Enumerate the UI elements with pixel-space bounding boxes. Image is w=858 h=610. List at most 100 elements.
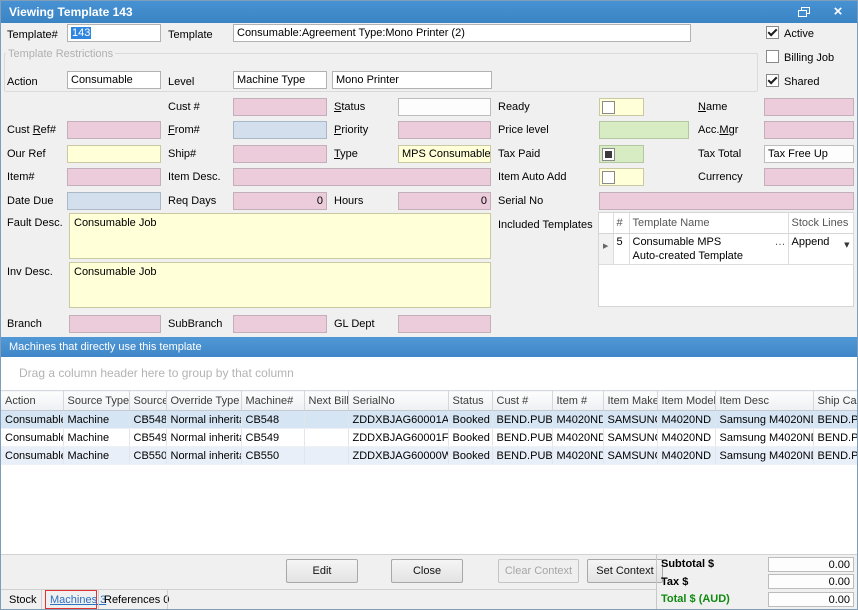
our-ref-field[interactable] [67, 145, 161, 163]
machines-cell[interactable]: ZDDXBJAG60001AT [348, 411, 448, 429]
machines-cell[interactable]: Samsung M4020ND [715, 429, 813, 447]
machines-cell[interactable] [304, 447, 348, 465]
ellipsis-button[interactable]: … [775, 235, 786, 249]
level-type-field[interactable]: Machine Type [233, 71, 327, 89]
serial-no-field[interactable] [599, 192, 854, 210]
branch-field[interactable] [69, 315, 161, 333]
included-col-stock[interactable]: Stock Lines [788, 213, 853, 234]
subbranch-field[interactable] [233, 315, 327, 333]
machines-cell[interactable]: SAMSUNG [603, 411, 657, 429]
machines-column-header[interactable]: Machine# [241, 391, 304, 411]
machines-cell[interactable]: M4020ND [552, 411, 603, 429]
machines-row[interactable]: ConsumableMachineCB550Normal inheritance… [1, 447, 858, 465]
from-no-field[interactable] [233, 121, 327, 139]
machines-column-header[interactable]: Ship Car [813, 391, 858, 411]
included-row-stock-lines[interactable]: Append▼ [788, 234, 853, 265]
machines-cell[interactable]: CB549 [241, 429, 304, 447]
statusbar-tab-stock[interactable]: Stock [9, 594, 37, 606]
fault-desc-memo[interactable]: Consumable Job [69, 213, 491, 259]
machines-column-header[interactable]: Item Make [603, 391, 657, 411]
machines-cell[interactable]: M4020ND [657, 411, 715, 429]
close-button[interactable]: Close [391, 559, 463, 583]
machines-cell[interactable]: M4020ND [657, 447, 715, 465]
machines-cell[interactable]: BEND.PUBL [813, 447, 858, 465]
req-days-field[interactable]: 0 [233, 192, 327, 210]
tax-total-field[interactable]: Tax Free Up [764, 145, 854, 163]
item-desc-field[interactable] [233, 168, 491, 186]
machines-cell[interactable]: Booked [448, 429, 492, 447]
ready-checkbox[interactable] [602, 101, 615, 114]
item-no-field[interactable] [67, 168, 161, 186]
machines-column-header[interactable]: Item Model [657, 391, 715, 411]
machines-cell[interactable]: M4020ND [657, 429, 715, 447]
machines-cell[interactable]: Samsung M4020ND [715, 411, 813, 429]
machines-cell[interactable]: BEND.PUBL [813, 411, 858, 429]
edit-button[interactable]: Edit [286, 559, 358, 583]
action-field[interactable]: Consumable [67, 71, 161, 89]
machines-cell[interactable]: Normal inheritance [166, 447, 241, 465]
machines-cell[interactable]: Consumable [1, 429, 63, 447]
cust-ref-field[interactable] [67, 121, 161, 139]
hours-field[interactable]: 0 [398, 192, 491, 210]
machines-column-header[interactable]: Status [448, 391, 492, 411]
date-due-field[interactable] [67, 192, 161, 210]
machines-cell[interactable]: M4020ND [552, 429, 603, 447]
template-field[interactable]: Consumable:Agreement Type:Mono Printer (… [233, 24, 691, 42]
tax-field[interactable]: 0.00 [768, 574, 854, 589]
machines-cell[interactable]: ZDDXBJAG60001FD [348, 429, 448, 447]
machines-column-header[interactable]: Source [129, 391, 166, 411]
machines-cell[interactable]: Consumable [1, 411, 63, 429]
machines-column-header[interactable]: Override Type [166, 391, 241, 411]
item-auto-add-field[interactable] [599, 168, 644, 186]
machines-column-header[interactable]: Item Desc [715, 391, 813, 411]
machines-cell[interactable]: BEND.PUBL [813, 429, 858, 447]
machines-cell[interactable]: SAMSUNG [603, 447, 657, 465]
machines-column-header[interactable]: Source Type [63, 391, 129, 411]
shared-checkbox[interactable] [766, 74, 779, 87]
machines-cell[interactable]: SAMSUNG [603, 429, 657, 447]
machines-cell[interactable]: Machine [63, 447, 129, 465]
close-icon[interactable]: × [823, 1, 853, 23]
acc-mgr-field[interactable] [764, 121, 854, 139]
item-auto-add-checkbox[interactable] [602, 171, 615, 184]
machines-cell[interactable]: M4020ND [552, 447, 603, 465]
template-no-field[interactable]: 143 [67, 24, 161, 42]
machines-cell[interactable]: BEND.PUBL [492, 429, 552, 447]
included-row-name[interactable]: Consumable MPS … Auto-created Template [629, 234, 788, 265]
included-template-row[interactable]: ▶ 5 Consumable MPS … Auto-created Templa… [599, 234, 853, 265]
machines-cell[interactable]: Booked [448, 411, 492, 429]
included-col-name[interactable]: Template Name [629, 213, 788, 234]
priority-field[interactable] [398, 121, 491, 139]
statusbar-tab-references[interactable]: References 0 [104, 594, 169, 606]
machines-cell[interactable]: ZDDXBJAG60000WX [348, 447, 448, 465]
total-field[interactable]: 0.00 [768, 592, 854, 607]
machines-row[interactable]: ConsumableMachineCB549Normal inheritance… [1, 429, 858, 447]
active-checkbox[interactable] [766, 26, 779, 39]
tax-paid-field[interactable] [599, 145, 644, 163]
set-context-button[interactable]: Set Context [587, 559, 663, 583]
dropdown-arrow-icon[interactable]: ▼ [844, 238, 849, 252]
gl-dept-field[interactable] [398, 315, 491, 333]
machines-cell[interactable]: BEND.PUBL [492, 411, 552, 429]
inv-desc-memo[interactable]: Consumable Job [69, 262, 491, 308]
machines-row[interactable]: ConsumableMachineCB548Normal inheritance… [1, 411, 858, 429]
machines-column-header[interactable]: Next Bill [304, 391, 348, 411]
machines-column-header[interactable]: Action [1, 391, 63, 411]
included-col-num[interactable]: # [613, 213, 629, 234]
machines-cell[interactable]: CB550 [129, 447, 166, 465]
currency-field[interactable] [764, 168, 854, 186]
machines-column-header[interactable]: Cust # [492, 391, 552, 411]
machines-cell[interactable]: Samsung M4020ND [715, 447, 813, 465]
machines-cell[interactable]: CB548 [129, 411, 166, 429]
cust-no-field[interactable] [233, 98, 327, 116]
tax-paid-checkbox[interactable] [602, 148, 615, 161]
machines-cell[interactable] [304, 411, 348, 429]
restore-button[interactable] [789, 1, 819, 23]
machines-cell[interactable]: CB550 [241, 447, 304, 465]
machines-column-header[interactable]: SerialNo [348, 391, 448, 411]
machines-cell[interactable]: Normal inheritance [166, 411, 241, 429]
machines-cell[interactable]: CB548 [241, 411, 304, 429]
price-level-field[interactable] [599, 121, 689, 139]
machines-cell[interactable]: CB549 [129, 429, 166, 447]
machines-cell[interactable]: Booked [448, 447, 492, 465]
